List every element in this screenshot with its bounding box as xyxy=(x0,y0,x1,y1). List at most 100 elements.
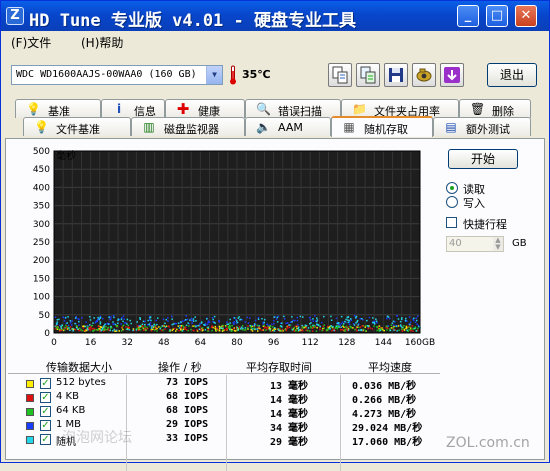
scatter-point xyxy=(132,328,135,330)
scatter-point xyxy=(237,317,240,319)
tab-info[interactable]: i 信息 xyxy=(101,99,165,118)
scatter-point xyxy=(357,324,359,326)
write-radio[interactable]: 写入 xyxy=(446,195,526,210)
maximize-button[interactable]: □ xyxy=(486,5,508,27)
scatter-point xyxy=(167,317,169,319)
scatter-point xyxy=(81,317,83,319)
quick-stroke-checkbox[interactable] xyxy=(446,217,457,228)
tab-label: 额外测试 xyxy=(466,123,510,136)
speaker-icon: 🔈 xyxy=(256,120,271,134)
close-button[interactable]: ✕ xyxy=(515,5,537,27)
start-button[interactable]: 开始 xyxy=(448,149,518,169)
scatter-point xyxy=(309,319,312,321)
download-button[interactable] xyxy=(440,63,464,87)
exit-button[interactable]: 退出 xyxy=(487,63,537,87)
scatter-point xyxy=(280,325,282,327)
tab-benchmark[interactable]: 💡 基准 xyxy=(15,99,101,118)
scatter-point xyxy=(229,318,231,321)
title-bar[interactable]: Z HD Tune 专业版 v4.01 - 硬盘专业工具 _ □ ✕ xyxy=(1,1,549,31)
scatter-point xyxy=(347,316,349,318)
scatter-point xyxy=(275,318,278,320)
scatter-point xyxy=(283,315,285,318)
tab-aam[interactable]: 🔈 AAM xyxy=(245,117,331,136)
scatter-point xyxy=(187,329,189,332)
save-button[interactable] xyxy=(384,63,408,87)
scatter-point xyxy=(418,325,420,328)
menu-file[interactable]: (F)文件 xyxy=(11,34,51,51)
scatter-point xyxy=(307,327,310,329)
scatter-point xyxy=(380,329,383,331)
row-checkbox[interactable]: ✓ xyxy=(40,378,51,389)
scatter-point xyxy=(274,327,276,329)
scatter-point xyxy=(417,315,419,317)
scatter-point xyxy=(163,325,165,327)
read-radio[interactable]: 读取 xyxy=(446,181,526,196)
row-checkbox[interactable]: ✓ xyxy=(40,434,51,445)
scatter-point xyxy=(316,319,319,321)
tab-random-access[interactable]: ▦ 随机存取 xyxy=(331,116,433,137)
scatter-point xyxy=(409,321,412,324)
scatter-point xyxy=(71,328,74,330)
screenshot-button[interactable] xyxy=(412,63,436,87)
scatter-point xyxy=(323,324,325,326)
scatter-point xyxy=(359,329,362,331)
scatter-point xyxy=(130,322,132,325)
write-label: 写入 xyxy=(463,197,485,210)
scatter-point xyxy=(385,317,388,320)
scatter-point xyxy=(376,321,378,324)
scatter-point xyxy=(151,326,153,328)
tab-extra-tests[interactable]: ▤ 额外测试 xyxy=(433,117,531,136)
chevron-down-icon[interactable]: ▼ xyxy=(206,66,222,84)
minimize-button[interactable]: _ xyxy=(457,5,479,27)
write-radio-dot[interactable] xyxy=(446,196,458,208)
menu-help[interactable]: (H)帮助 xyxy=(81,34,123,51)
scatter-point xyxy=(173,323,175,325)
tab-health[interactable]: ✚ 健康 xyxy=(165,99,245,118)
tab-error-scan[interactable]: 🔍 错误扫描 xyxy=(245,99,341,118)
scatter-point xyxy=(401,326,403,329)
read-radio-dot[interactable] xyxy=(446,182,458,194)
x-tick-label: 112 xyxy=(302,338,319,348)
scatter-point xyxy=(91,328,94,330)
scatter-point xyxy=(341,321,344,323)
scatter-point xyxy=(233,329,236,332)
row-checkbox[interactable]: ✓ xyxy=(40,406,51,417)
download-icon xyxy=(444,67,460,83)
scatter-point xyxy=(355,322,357,324)
scatter-point xyxy=(406,329,408,331)
scatter-point xyxy=(150,330,153,332)
scatter-point xyxy=(327,325,329,328)
scatter-point xyxy=(311,330,314,332)
copy-all-button[interactable] xyxy=(356,63,380,87)
copy-button[interactable] xyxy=(328,63,352,87)
tab-disk-monitor[interactable]: ▥ 磁盘监视器 xyxy=(131,117,245,136)
scatter-point xyxy=(176,328,178,331)
drive-select[interactable]: WDC WD1600AAJS-00WAA0 (160 GB) ▼ xyxy=(11,65,223,85)
row-checkbox[interactable]: ✓ xyxy=(40,420,51,431)
row-checkbox[interactable]: ✓ xyxy=(40,392,51,403)
scatter-point xyxy=(317,324,319,326)
scatter-point xyxy=(299,315,302,318)
stroke-size-input[interactable]: 40 ▲ ▼ xyxy=(446,236,504,252)
scatter-point xyxy=(195,320,197,322)
scatter-point xyxy=(77,318,79,320)
spinner-icon[interactable]: ▲ ▼ xyxy=(493,237,503,251)
scatter-point xyxy=(155,319,157,322)
scatter-point xyxy=(142,327,144,329)
extra-test-icon: ▤ xyxy=(445,120,457,134)
scatter-point xyxy=(356,319,359,322)
tab-file-benchmark[interactable]: 💡 文件基准 xyxy=(23,117,131,136)
scatter-point xyxy=(69,321,72,324)
tab-erase[interactable]: 🗑 删除 xyxy=(459,99,531,118)
scatter-point xyxy=(86,324,89,327)
scatter-point xyxy=(240,328,242,330)
scatter-point xyxy=(144,320,146,323)
scatter-point xyxy=(261,329,263,331)
app-window: Z HD Tune 专业版 v4.01 - 硬盘专业工具 _ □ ✕ (F)文件… xyxy=(0,0,550,471)
scatter-point xyxy=(54,316,57,318)
scatter-point xyxy=(162,318,165,320)
scatter-point xyxy=(224,329,226,331)
scatter-point xyxy=(276,321,279,323)
scatter-point xyxy=(416,323,418,325)
scatter-point xyxy=(214,322,216,324)
